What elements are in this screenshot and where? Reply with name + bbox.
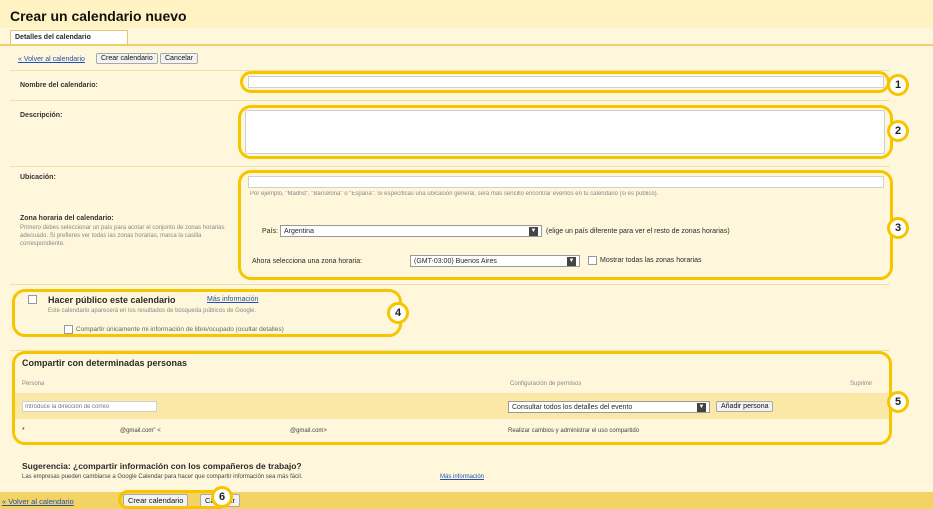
tab-divider [0, 44, 933, 46]
badge-6: 6 [211, 486, 233, 508]
suggestion-text: Las empresas pueden cambiarse a Google C… [22, 474, 303, 480]
description-label: Descripción: [20, 112, 63, 119]
cancel-button[interactable]: Cancelar [160, 53, 199, 64]
callout-3 [238, 170, 893, 280]
callout-4 [12, 289, 402, 337]
callout-2 [238, 105, 893, 159]
back-to-calendar-link[interactable]: « Volver al calendario [18, 56, 85, 63]
callout-5 [12, 351, 892, 445]
suggestion-more-info-link[interactable]: Más información [440, 474, 484, 480]
suggestion-title: Sugerencia: ¿compartir información con l… [22, 461, 302, 471]
timezone-label: Zona horaria del calendario: [20, 215, 114, 222]
badge-2: 2 [887, 120, 909, 142]
callout-1 [240, 71, 890, 93]
timezone-description: Primero debes seleccionar un país para a… [20, 225, 225, 247]
location-label: Ubicación: [20, 174, 56, 181]
tab-calendar-details[interactable]: Detalles del calendario [10, 30, 128, 44]
divider [10, 284, 890, 285]
badge-1: 1 [887, 74, 909, 96]
calendar-name-label: Nombre del calendario: [20, 82, 98, 89]
page-title: Crear un calendario nuevo [10, 8, 187, 24]
bottom-back-to-calendar-link[interactable]: « Volver al calendario [2, 497, 74, 506]
divider [10, 166, 890, 167]
badge-5: 5 [887, 391, 909, 413]
create-calendar-button[interactable]: Crear calendario [96, 53, 158, 64]
badge-4: 4 [387, 302, 409, 324]
badge-3: 3 [887, 217, 909, 239]
divider [10, 100, 890, 101]
